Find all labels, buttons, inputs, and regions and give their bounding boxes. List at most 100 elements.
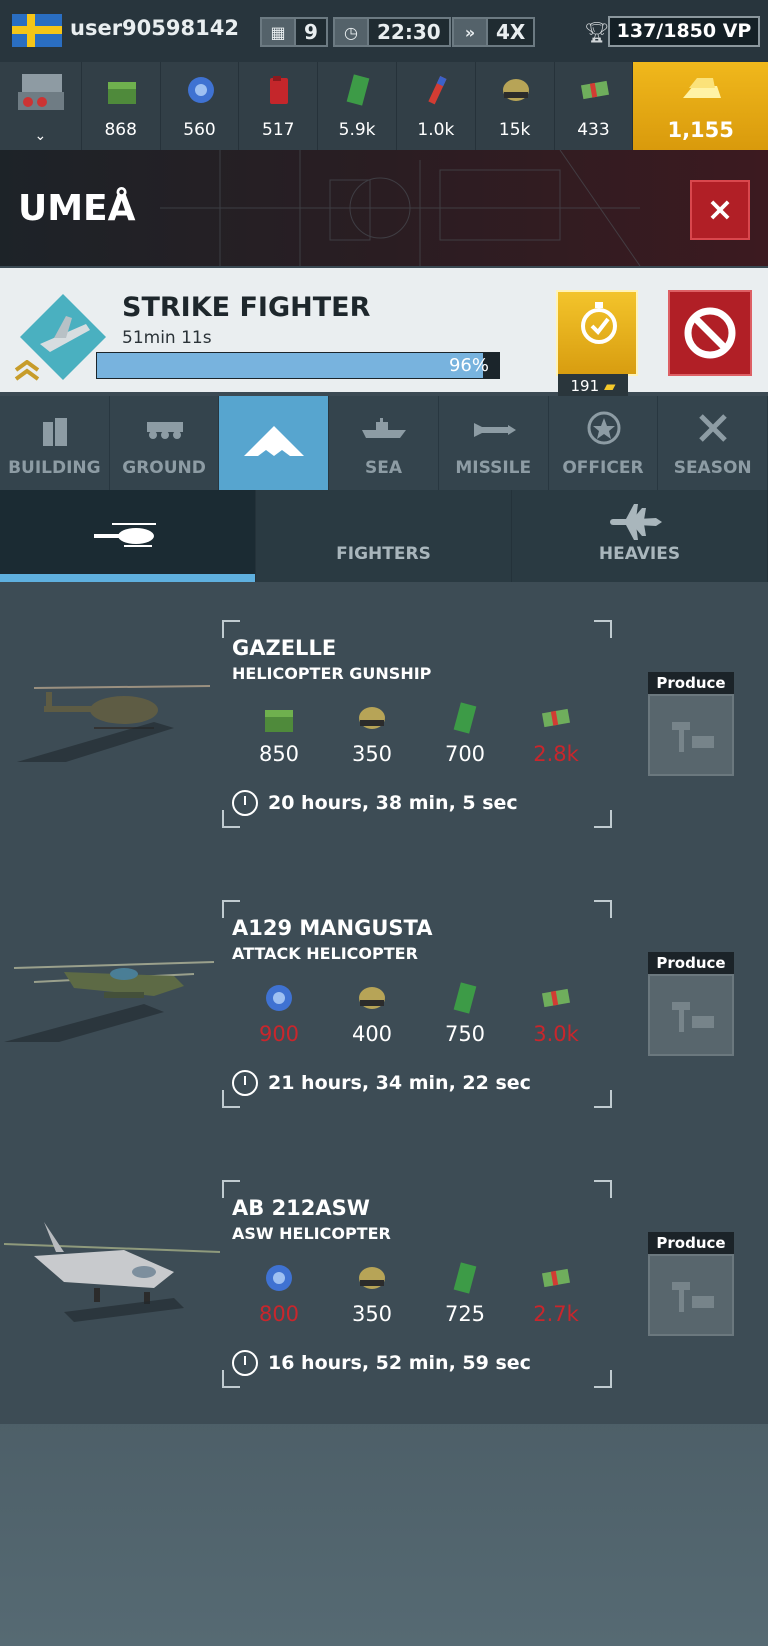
air-subtabs: FIGHTERS HEAVIES [0,490,768,582]
speedup-button[interactable]: 191 ▰ [556,290,638,398]
close-button[interactable]: × [690,180,750,240]
helicopter-icon [94,523,156,547]
resource-fuel[interactable]: 517 [239,62,319,150]
cash-icon [541,988,571,1008]
resource-electronics[interactable]: 5.9k [318,62,397,150]
components-icon [266,1265,292,1291]
tab-ground[interactable]: GROUND [110,396,220,490]
cost-manpower: 400 [337,982,407,1046]
crossed-swords-icon [699,414,728,442]
resource-bar: ⌄ 868 560 517 5.9k 1.0k 15k 433 1,155 [0,62,768,150]
subtab-fighters[interactable]: FIGHTERS [256,490,662,582]
build-time: 20 hours, 38 min, 5 sec [232,790,518,816]
top-bar: user90598142 ▦ 9 ◷ 22:30 » 4X 🏆︎ 137/185… [0,0,768,62]
username[interactable]: user90598142 [70,16,239,40]
electronics-icon [453,1262,477,1294]
game-speed[interactable]: » 4X [452,17,536,47]
apc-icon [146,422,183,439]
queue-time-remaining: 51min 11s [122,328,212,348]
supplies-icon [265,710,293,732]
resources-crate-icon [18,74,64,110]
day-counter[interactable]: ▦ 9 [260,17,328,47]
supplies-icon [107,82,136,104]
cash-icon [541,1268,571,1288]
unit-card[interactable]: A129 MANGUSTA ATTACK HELICOPTER 900 400 … [222,900,612,1108]
cost-components: 800 [244,1262,314,1326]
electronics-icon [453,982,477,1014]
build-time: 21 hours, 34 min, 22 sec [232,1070,531,1096]
clock-icon [232,1070,258,1096]
unit-type: ATTACK HELICOPTER [232,944,418,963]
tab-sea[interactable]: SEA [329,396,439,490]
clock-icon [232,790,258,816]
mangusta-helicopter-image [4,961,215,1042]
list-item: A129 MANGUSTA ATTACK HELICOPTER 900 400 … [0,862,768,1142]
resource-manpower[interactable]: 15k [476,62,555,150]
unit-type: HELICOPTER GUNSHIP [232,664,432,683]
cost-electronics: 700 [430,702,500,766]
hammer-wrench-icon [672,722,714,752]
unit-list: GAZELLE HELICOPTER GUNSHIP 850 350 700 2… [0,582,768,1424]
cash-icon [541,708,571,728]
hammer-wrench-icon [672,1282,714,1312]
production-queue: STRIKE FIGHTER 51min 11s 96% 191 ▰ [0,268,768,398]
unit-card[interactable]: AB 212ASW ASW HELICOPTER 800 350 725 2.7… [222,1180,612,1388]
cost-manpower: 350 [337,702,407,766]
gold-bars-icon [683,78,722,98]
cancel-production-button[interactable] [668,290,752,376]
electronics-icon [346,74,370,106]
fuel-icon [270,76,289,104]
queue-progress-bar: 96% [96,352,500,379]
subtab-heavies[interactable]: HEAVIES [512,490,768,582]
victory-points[interactable]: 137/1850 VP [608,16,760,47]
heavy-plane-icon [610,504,650,540]
queue-unit-name: STRIKE FIGHTER [122,292,371,323]
missile-icon [473,423,516,437]
clock-value: 22:30 [377,20,441,44]
ab212asw-helicopter-image [4,1222,220,1322]
tab-air[interactable] [219,396,330,490]
tab-missile[interactable]: MISSILE [439,396,549,490]
resource-rare-materials[interactable]: 1.0k [397,62,476,150]
build-time: 16 hours, 52 min, 59 sec [232,1350,531,1376]
gazelle-helicopter-image [16,685,211,762]
progress-fill [97,353,483,378]
cost-electronics: 750 [430,982,500,1046]
cost-supplies: 850 [244,702,314,766]
calendar-icon: ▦ [262,19,296,45]
resource-expand-button[interactable]: ⌄ [0,62,82,150]
list-item: GAZELLE HELICOPTER GUNSHIP 850 350 700 2… [0,582,768,862]
list-item: AB 212ASW ASW HELICOPTER 800 350 725 2.7… [0,1142,768,1422]
produce-button[interactable]: Produce [648,1232,734,1340]
clock-icon [232,1350,258,1376]
game-clock[interactable]: ◷ 22:30 [333,17,451,47]
cost-components: 900 [244,982,314,1046]
tab-season[interactable]: SEASON [658,396,768,490]
produce-button[interactable]: Produce [648,672,734,780]
sweden-flag-icon[interactable] [12,14,62,47]
tab-building[interactable]: BUILDING [0,396,110,490]
cost-cash: 2.7k [521,1262,591,1326]
resource-components[interactable]: 560 [161,62,240,150]
stopwatch-icon [581,302,617,344]
fast-forward-icon: » [454,19,488,45]
produce-button[interactable]: Produce [648,952,734,1060]
subtab-helicopters[interactable] [0,490,256,582]
unit-card[interactable]: GAZELLE HELICOPTER GUNSHIP 850 350 700 2… [222,620,612,828]
components-icon [266,985,292,1011]
tab-officer[interactable]: OFFICER [549,396,659,490]
location-header: UMEÅ × [0,150,768,266]
rare-materials-icon [428,76,447,105]
manpower-icon [359,1267,385,1289]
resource-supplies[interactable]: 868 [82,62,161,150]
trophy-icon: 🏆︎ [584,20,610,44]
speedup-cost: 191 ▰ [558,374,628,398]
cancel-icon [684,307,736,359]
resource-gold[interactable]: 1,155 [633,62,768,150]
cost-cash: 3.0k [521,982,591,1046]
unit-name: GAZELLE [232,636,337,660]
manpower-icon [502,79,529,101]
chevron-down-icon: ⌄ [34,128,47,144]
progress-label: 96% [448,355,489,376]
resource-cash[interactable]: 433 [555,62,634,150]
